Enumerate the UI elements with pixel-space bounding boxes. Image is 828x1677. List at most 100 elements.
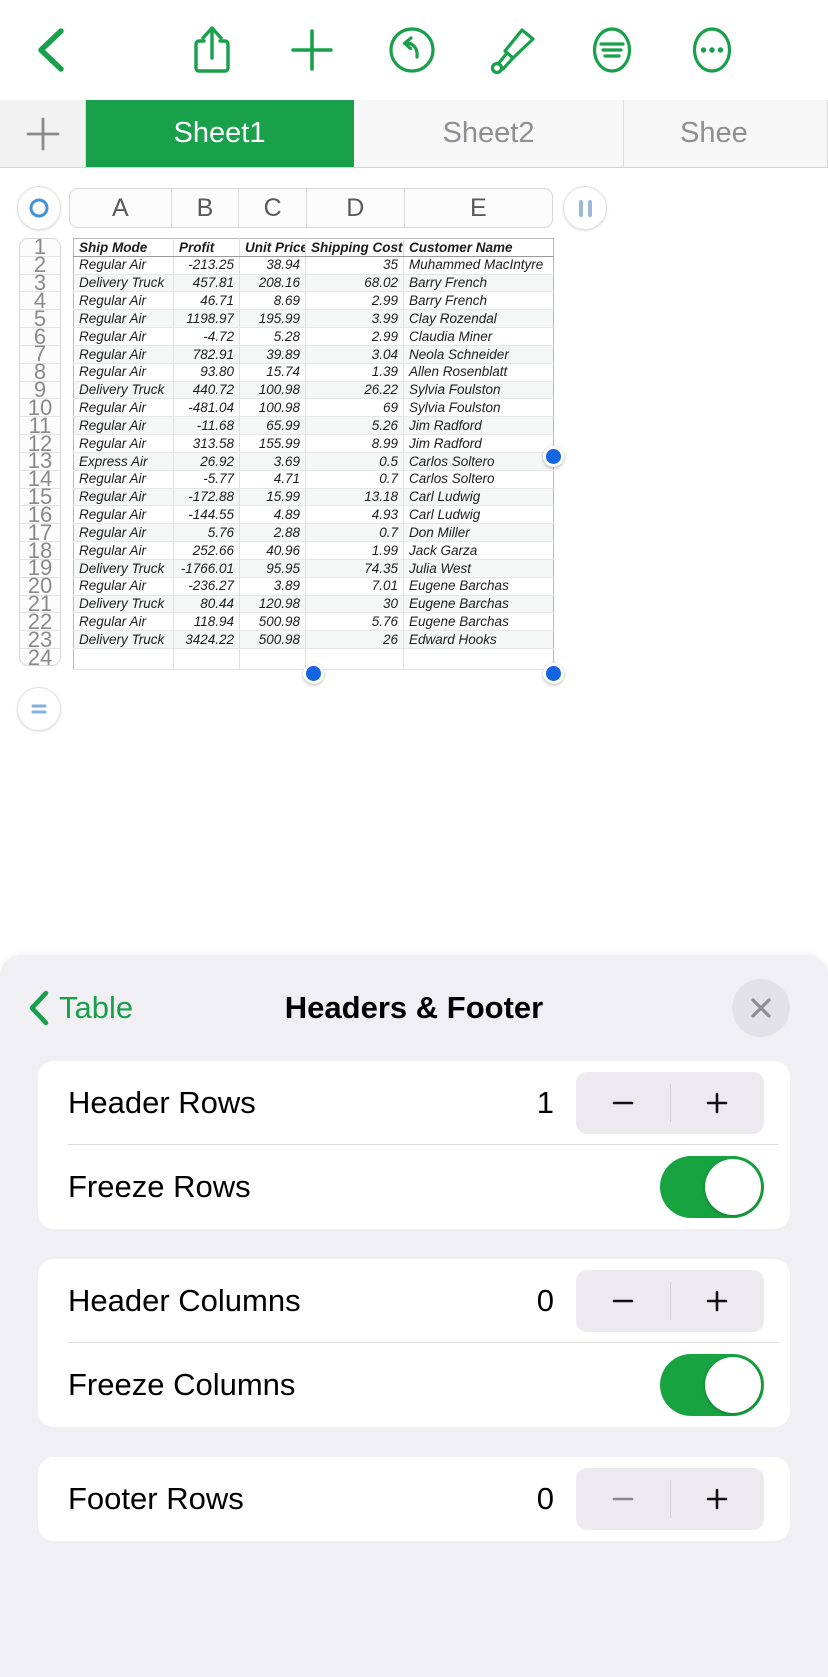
freeze-rows-toggle[interactable] [660, 1156, 764, 1218]
table-cell[interactable]: 15.74 [239, 363, 306, 382]
table-cell[interactable]: 4.89 [239, 505, 306, 525]
table-cell[interactable]: -4.72 [173, 327, 240, 346]
table-cell[interactable]: 2.88 [239, 523, 306, 543]
table-cell[interactable]: 74.35 [305, 559, 404, 578]
column-header-c[interactable]: C [239, 189, 308, 227]
table-cell[interactable]: 500.98 [239, 612, 306, 632]
sheet-tab-sheet1[interactable]: Sheet1 [86, 100, 354, 167]
table-row[interactable]: Delivery Truck 80.44 120.98 30 Eugene Barcha… [73, 595, 554, 614]
table-cell[interactable]: Delivery Truck [73, 595, 174, 614]
table-cell[interactable] [239, 648, 306, 671]
table-row[interactable]: Regular Air 93.80 15.74 1.39 Allen Rosenblat… [73, 363, 554, 382]
table-cell[interactable]: -481.04 [173, 398, 240, 418]
table-cell[interactable]: Regular Air [73, 523, 174, 543]
sheet-tab-sheet3[interactable]: Shee [624, 100, 828, 167]
table-cell[interactable]: 155.99 [239, 434, 306, 453]
column-header-cell[interactable]: Shipping Cost [305, 238, 404, 257]
table-row[interactable]: Regular Air -5.77 4.71 0.7 Carlos Soltero [73, 470, 554, 489]
table-cell[interactable]: -236.27 [173, 577, 240, 596]
table-cell[interactable]: Clay Rozendal [403, 309, 554, 329]
table-cell[interactable]: 26.92 [173, 452, 240, 471]
table-cell[interactable]: Regular Air [73, 577, 174, 596]
table-cell[interactable]: Barry French [403, 291, 554, 311]
column-header-cell[interactable]: Profit [173, 238, 240, 257]
select-all-handle[interactable] [17, 186, 61, 230]
table-row[interactable]: Regular Air -481.04 100.98 69 Sylvia Foulsto… [73, 398, 554, 418]
table-cell[interactable]: 40.96 [239, 541, 306, 560]
table-cell[interactable]: -172.88 [173, 488, 240, 507]
decrement-button[interactable] [576, 1468, 670, 1530]
table-row[interactable]: Regular Air 5.76 2.88 0.7 Don Miller [73, 523, 554, 543]
table-cell[interactable]: Jim Radford [403, 434, 554, 453]
table-cell[interactable]: 2.99 [305, 327, 404, 346]
table-cell[interactable]: Claudia Miner [403, 327, 554, 346]
table-cell[interactable]: 95.95 [239, 559, 306, 578]
table-cell[interactable]: 3.69 [239, 452, 306, 471]
table-cell[interactable]: Regular Air [73, 256, 174, 275]
table-cell[interactable]: 69 [305, 398, 404, 418]
table-cell[interactable]: Delivery Truck [73, 559, 174, 578]
table-row[interactable]: Regular Air 782.91 39.89 3.04 Neola Schneide… [73, 345, 554, 364]
table-cell[interactable]: Express Air [73, 452, 174, 471]
table-cell[interactable]: 13.18 [305, 488, 404, 507]
table-row[interactable]: Regular Air 118.94 500.98 5.76 Eugene Barcha… [73, 612, 554, 632]
selection-handle-bottom[interactable] [303, 663, 324, 684]
table-cell[interactable]: Neola Schneider [403, 345, 554, 364]
increment-button[interactable] [671, 1072, 765, 1134]
table-cell[interactable]: 3.99 [305, 309, 404, 329]
table-cell[interactable]: 120.98 [239, 595, 306, 614]
table-cell[interactable]: Carlos Soltero [403, 452, 554, 471]
table-cell[interactable]: 313.58 [173, 434, 240, 453]
table-cell[interactable]: 4.71 [239, 470, 306, 489]
table-cell[interactable]: 26.22 [305, 381, 404, 400]
table-row[interactable]: Regular Air 46.71 8.69 2.99 Barry French [73, 291, 554, 311]
table-cell[interactable]: 38.94 [239, 256, 306, 275]
selection-handle-corner[interactable] [543, 663, 564, 684]
table-cell[interactable]: Sylvia Foulston [403, 398, 554, 418]
table-cell[interactable]: Delivery Truck [73, 630, 174, 650]
decrement-button[interactable] [576, 1270, 670, 1332]
table-cell[interactable]: 3.04 [305, 345, 404, 364]
table-cell[interactable]: 457.81 [173, 274, 240, 293]
table-cell[interactable]: 118.94 [173, 612, 240, 632]
table-row[interactable]: Regular Air -11.68 65.99 5.26 Jim Radford [73, 416, 554, 436]
table-row[interactable]: Regular Air 252.66 40.96 1.99 Jack Garza [73, 541, 554, 560]
table-row[interactable]: Delivery Truck 440.72 100.98 26.22 Sylvia Fo… [73, 381, 554, 400]
table-cell[interactable] [173, 648, 240, 671]
table-cell[interactable]: -1766.01 [173, 559, 240, 578]
table-row[interactable]: Delivery Truck -1766.01 95.95 74.35 Julia We… [73, 559, 554, 578]
table-cell[interactable]: Delivery Truck [73, 381, 174, 400]
table-row[interactable]: Express Air 26.92 3.69 0.5 Carlos Soltero [73, 452, 554, 471]
table-cell[interactable]: 1198.97 [173, 309, 240, 329]
table-cell[interactable]: 4.93 [305, 505, 404, 525]
table-cell[interactable]: 8.99 [305, 434, 404, 453]
table-cell[interactable]: -144.55 [173, 505, 240, 525]
table-cell[interactable]: Julia West [403, 559, 554, 578]
column-resize-handle[interactable] [563, 186, 607, 230]
table-cell[interactable]: Edward Hooks [403, 630, 554, 650]
table-cell[interactable]: Regular Air [73, 541, 174, 560]
table-cell[interactable]: 100.98 [239, 398, 306, 418]
column-header-a[interactable]: A [70, 189, 172, 227]
column-header-b[interactable]: B [172, 189, 240, 227]
table-cell[interactable]: Carl Ludwig [403, 505, 554, 525]
table-cell[interactable]: 1.99 [305, 541, 404, 560]
table-cell[interactable]: Muhammed MacIntyre [403, 256, 554, 275]
table-cell[interactable]: Regular Air [73, 488, 174, 507]
table-cell[interactable]: 8.69 [239, 291, 306, 311]
table-cell[interactable]: 80.44 [173, 595, 240, 614]
table-cell[interactable]: Carlos Soltero [403, 470, 554, 489]
table-cell[interactable]: 35 [305, 256, 404, 275]
table-cell[interactable]: 46.71 [173, 291, 240, 311]
table-row[interactable]: Regular Air 313.58 155.99 8.99 Jim Radford [73, 434, 554, 453]
table-cell[interactable] [73, 648, 174, 671]
table-cell[interactable]: Don Miller [403, 523, 554, 543]
table-cell[interactable]: Regular Air [73, 416, 174, 436]
table-cell[interactable]: Regular Air [73, 470, 174, 489]
column-header-e[interactable]: E [405, 189, 552, 227]
row-header-bar[interactable]: 1 2 3 4 5 6 7 8 9 10 11 12 13 14 15 16 17 18 19 20 21 22 23 24 [19, 238, 61, 666]
table-cell[interactable]: Regular Air [73, 398, 174, 418]
table-cell[interactable]: Regular Air [73, 363, 174, 382]
header-rows-stepper[interactable] [576, 1072, 764, 1134]
data-grid[interactable]: Ship Mode Profit Unit Price Shipping Cost Cu… [73, 238, 554, 671]
